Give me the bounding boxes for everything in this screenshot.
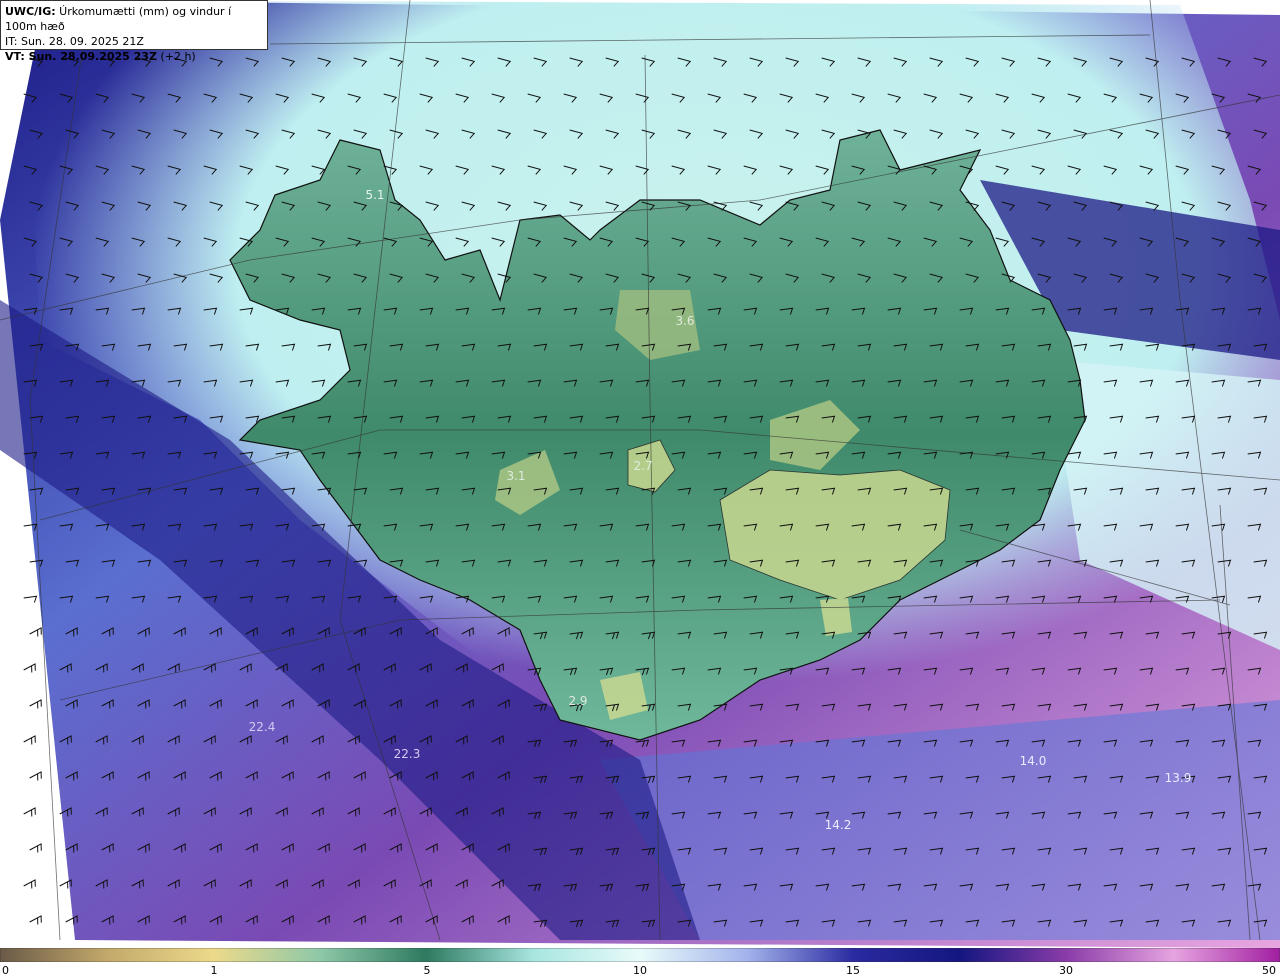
- colorbar-tick: 50: [1262, 964, 1276, 977]
- model-name: UWC/IG:: [5, 5, 56, 18]
- precip-value-label: 13.9: [1165, 771, 1192, 785]
- precip-value-label: 2.9: [568, 694, 587, 708]
- precip-value-label: 22.4: [249, 720, 276, 734]
- colorbar-tick: 0: [2, 964, 9, 977]
- colorbar-tick: 30: [1059, 964, 1073, 977]
- colorbar-tick: 5: [423, 964, 431, 977]
- colorbar: 0 1 5 10 15 30 50: [0, 948, 1280, 978]
- forecast-lead: (+2 h): [156, 50, 196, 63]
- precipitation-map[interactable]: 5.1 3.6 3.1 2.7 2.9 22.4 22.3 14.0 13.9 14.2: [0, 0, 1280, 948]
- map-info-box: UWC/IG: Úrkomumætti (mm) og vindur í 100…: [0, 0, 268, 63]
- precip-value-label: 22.3: [394, 747, 421, 761]
- colorbar-strip: [0, 948, 1280, 962]
- colorbar-tick: 15: [846, 964, 860, 977]
- init-time: IT: Sun. 28. 09. 2025 21Z: [5, 35, 144, 48]
- precip-value-label: 14.0: [1020, 754, 1047, 768]
- colorbar-tick: 10: [633, 964, 647, 977]
- precip-value-label: 2.7: [633, 459, 652, 473]
- precip-value-label: 5.1: [365, 188, 384, 202]
- precip-value-label: 3.1: [506, 469, 525, 483]
- precip-value-label: 14.2: [825, 818, 852, 832]
- precip-value-label: 3.6: [675, 314, 694, 328]
- colorbar-tick: 1: [210, 964, 218, 977]
- valid-time: VT: Sun. 28.09.2025 23Z: [5, 50, 157, 63]
